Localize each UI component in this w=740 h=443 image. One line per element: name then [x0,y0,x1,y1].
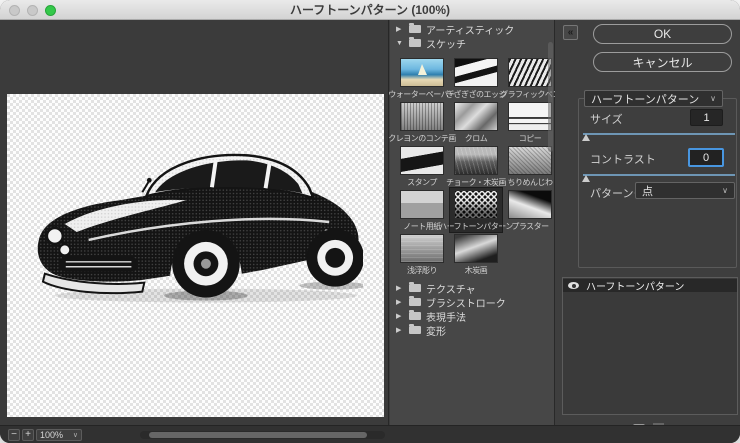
category-label: テクスチャ [426,281,476,296]
horizontal-scrollbar-track[interactable] [140,431,385,439]
visibility-eye-icon[interactable] [568,282,579,289]
dialog-title: ハーフトーンパターン (100%) [290,1,450,18]
zoom-level-value: 100% [40,430,63,440]
title-bar: ハーフトーンパターン (100%) [0,0,740,20]
filter-list-pane: ▶ アーティスティック ▼ スケッチ ウォーターペーパー ぎざぎざのエッジ グラ [390,20,555,425]
chalk-charcoal-thumbnail-image [454,146,498,175]
category-label: 表現手法 [426,309,466,324]
category-label: 変形 [426,323,446,338]
collapse-filter-panel-icon[interactable]: « [563,25,578,40]
halftone-car-preview-image [29,144,363,308]
cancel-button[interactable]: キャンセル [593,52,732,72]
status-bar: − + 100% ∨ [0,425,740,443]
water-paper-thumbnail-image [400,58,444,87]
pattern-type-dropdown[interactable]: 点 ∨ [635,182,735,199]
folder-icon [409,284,421,292]
conte-crayon-thumbnail-image [400,102,444,131]
category-sketch[interactable]: ▼ スケッチ [390,36,554,50]
category-artistic[interactable]: ▶ アーティスティック [390,22,554,36]
chevron-down-icon: ∨ [73,431,78,439]
sketch-thumbnail-grid: ウォーターペーパー ぎざぎざのエッジ グラフィックペン クレヨンのコンテ画 クロ… [396,56,554,276]
contrast-label: コントラスト [590,151,656,167]
crepe-thumbnail-image [508,146,552,175]
folder-icon [409,326,421,334]
filter-thumb-chalk-charcoal[interactable]: チョーク・木炭画 [450,144,502,188]
plaster-thumbnail-image [508,190,552,219]
category-label: スケッチ [426,36,466,51]
filter-thumb-chrome[interactable]: クロム [450,100,502,144]
zoom-window-icon[interactable] [45,5,56,16]
effect-layer-row[interactable]: ハーフトーンパターン [563,279,737,292]
settings-pane: « OK キャンセル ハーフトーンパターン ∨ サイズ 1 コントラスト 0 パ… [555,20,740,443]
contrast-input[interactable]: 0 [688,148,724,167]
size-slider-thumb[interactable] [582,134,590,141]
size-label: サイズ [590,111,623,127]
folder-icon [409,298,421,306]
category-distort[interactable]: ▶ 変形 [390,323,554,337]
category-brush-strokes[interactable]: ▶ ブラシストローク [390,295,554,309]
window-controls [9,5,56,16]
folder-icon [409,312,421,320]
size-slider[interactable] [583,133,735,135]
pattern-type-value: 点 [642,183,653,199]
chrome-thumbnail-image [454,102,498,131]
note-paper-thumbnail-image [400,190,444,219]
disclosure-triangle-icon[interactable]: ▶ [396,298,404,306]
zoom-in-button[interactable]: + [22,429,34,441]
minimize-window-icon[interactable] [27,5,38,16]
category-label: ブラシストローク [426,295,506,310]
graphic-pen-thumbnail-image [508,58,552,87]
filter-list-scrollbar[interactable] [548,42,553,152]
contrast-slider[interactable] [583,174,735,176]
disclosure-triangle-icon[interactable]: ▶ [396,326,404,334]
effect-layers-panel: ハーフトーンパターン [562,277,738,415]
ok-button[interactable]: OK [593,24,732,44]
folder-open-icon [409,39,421,47]
photocopy-thumbnail-image [508,102,552,131]
filter-thumb-torn-edges[interactable]: ぎざぎざのエッジ [450,56,502,100]
filter-thumb-plaster[interactable]: プラスター [504,188,556,232]
filter-thumb-halftone-pattern[interactable]: ハーフトーンパターン [450,188,502,232]
filter-gallery-dialog: ハーフトーンパターン (100%) [0,0,740,443]
effect-layer-label: ハーフトーンパターン [586,278,684,293]
image-canvas[interactable] [7,94,384,417]
disclosure-triangle-icon[interactable]: ▶ [396,284,404,292]
filter-select-value: ハーフトーンパターン [591,91,699,107]
zoom-out-button[interactable]: − [8,429,20,441]
filter-thumb-stamp[interactable]: スタンプ [396,144,448,188]
size-input[interactable]: 1 [690,109,723,126]
chevron-down-icon: ∨ [722,186,728,195]
disclosure-triangle-icon[interactable]: ▶ [396,312,404,320]
category-texture[interactable]: ▶ テクスチャ [390,281,554,295]
close-window-icon[interactable] [9,5,20,16]
disclosure-triangle-icon[interactable]: ▶ [396,25,404,33]
preview-pane [0,20,389,425]
torn-edges-thumbnail-image [454,58,498,87]
disclosure-triangle-icon[interactable]: ▼ [396,40,404,47]
stamp-thumbnail-image [400,146,444,175]
folder-icon [409,25,421,33]
horizontal-scrollbar-thumb[interactable] [149,432,367,438]
zoom-level-dropdown[interactable]: 100% ∨ [36,429,82,441]
charcoal-thumbnail-image [454,234,498,263]
chevron-down-icon: ∨ [710,94,716,103]
bas-relief-thumbnail-image [400,234,444,263]
filter-thumb-conte-crayon[interactable]: クレヨンのコンテ画 [396,100,448,144]
filter-thumb-charcoal[interactable]: 木炭画 [450,232,502,276]
filter-select-dropdown[interactable]: ハーフトーンパターン ∨ [584,90,723,107]
category-stylize[interactable]: ▶ 表現手法 [390,309,554,323]
halftone-pattern-thumbnail-image [454,190,498,219]
filter-thumb-water-paper[interactable]: ウォーターペーパー [396,56,448,100]
filter-thumb-bas-relief[interactable]: 浅浮彫り [396,232,448,276]
category-label: アーティスティック [426,22,514,37]
contrast-slider-thumb[interactable] [582,175,590,182]
